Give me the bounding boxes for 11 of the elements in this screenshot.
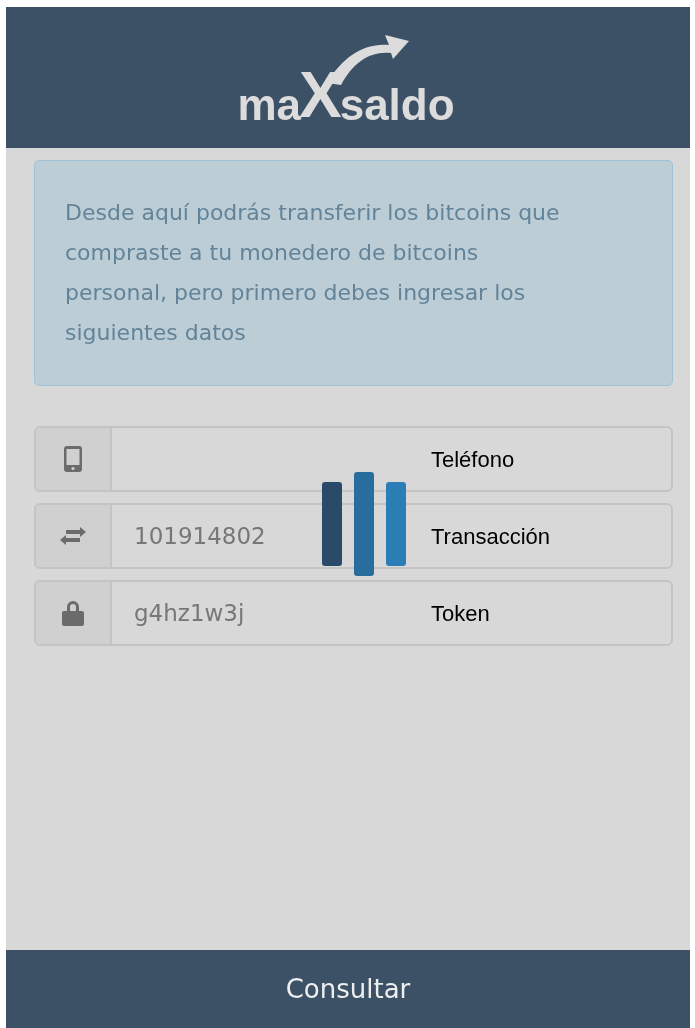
field-label: Transacción [431, 522, 550, 551]
consultar-button[interactable]: Consultar [6, 950, 690, 1028]
field-label: Teléfono [431, 445, 515, 474]
transfer-icon [60, 527, 86, 545]
lock-icon [62, 600, 84, 626]
phone-icon [64, 446, 82, 472]
field-label: Token [431, 599, 490, 628]
text-field[interactable]: g4hz1w3j Token [34, 580, 673, 646]
text-field[interactable]: Teléfono [34, 426, 673, 492]
text-field[interactable]: 101914802 Transacción [34, 503, 673, 569]
info-message: Desde aquí podrás transferir los bitcoins que compraste a tu monedero de bitcoins personal, pero primero debes ingresar los siguientes datos [34, 160, 673, 386]
